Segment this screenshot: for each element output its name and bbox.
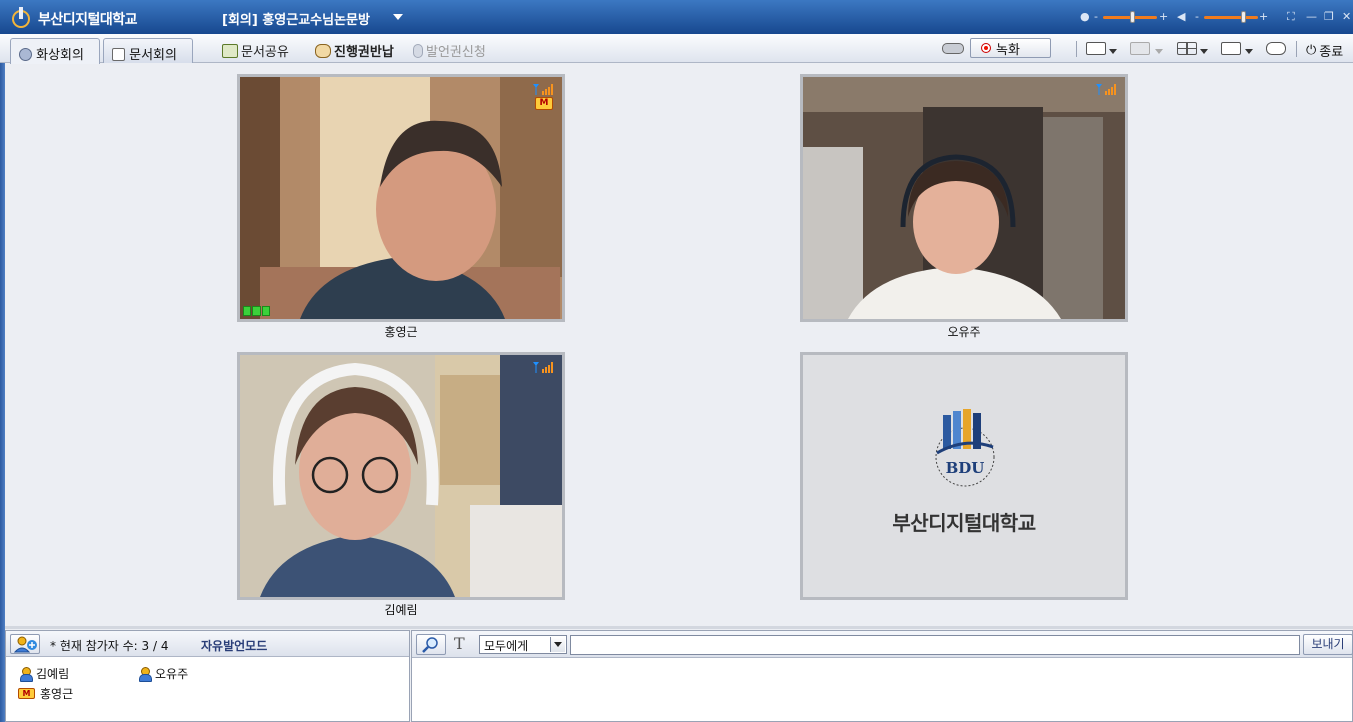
magnifier-icon <box>422 637 438 653</box>
participant-video-2 <box>803 77 1125 319</box>
camcorder-icon <box>942 43 964 54</box>
chat-toolbar: T 모두에게 보내기 <box>412 631 1353 658</box>
end-label: 종료 <box>1319 45 1344 60</box>
room-title[interactable]: [회의] 홍영근교수님논문방 <box>222 9 370 28</box>
hand-icon <box>315 43 331 58</box>
participant-name: 김예림 <box>36 667 70 681</box>
invite-participant-button[interactable] <box>10 634 40 654</box>
empty-video-slot[interactable]: BDU 부산디지털대학교 <box>800 352 1128 600</box>
video-area: M 홍영근 오유주 김예림 BDU 부산디지털대학교 <box>5 64 1353 626</box>
mic-plus-icon[interactable]: + <box>1159 10 1168 23</box>
chat-target-select[interactable]: 모두에게 <box>479 635 567 654</box>
participant-video-3 <box>240 355 562 597</box>
restore-icon[interactable]: ❐ <box>1324 10 1334 23</box>
speaker-volume-slider[interactable] <box>1204 16 1258 19</box>
video-name-label-1: 홍영근 <box>384 325 418 339</box>
user-icon <box>20 667 33 682</box>
toolbar-divider <box>1076 41 1077 57</box>
speaker-settings-icon[interactable] <box>1086 42 1106 55</box>
tab-video-label: 화상회의 <box>36 48 84 63</box>
chevron-down-icon[interactable] <box>550 637 565 652</box>
participants-header: * 현재 참가자 수: 3 / 4 자유발언모드 <box>6 631 409 657</box>
participant-item[interactable]: M 홍영근 <box>18 685 73 702</box>
app-title: 부산디지털대학교 <box>38 12 138 28</box>
title-bar: 부산디지털대학교 [회의] 홍영근교수님논문방 ● - + ◀ - + ⛶ — … <box>0 0 1353 34</box>
participant-name: 홍영근 <box>40 687 74 701</box>
speaker-minus-icon[interactable]: - <box>1195 10 1199 23</box>
record-button[interactable]: 녹화 <box>970 38 1051 58</box>
signal-strength-icon <box>533 84 553 95</box>
video-tile-1[interactable]: M <box>237 74 565 322</box>
disabled-layout-icon <box>1130 42 1150 55</box>
school-name: 부산디지털대학교 <box>892 511 1036 535</box>
minimize-icon[interactable]: — <box>1306 10 1317 23</box>
mic-volume-handle[interactable] <box>1130 11 1135 23</box>
speaker-plus-icon[interactable]: + <box>1259 10 1268 23</box>
room-dropdown-icon[interactable] <box>393 14 403 20</box>
chat-panel: T 모두에게 보내기 <box>411 630 1353 722</box>
send-button[interactable]: 보내기 <box>1303 634 1353 655</box>
toolbar-divider <box>1296 41 1297 57</box>
share-document-icon <box>222 43 238 58</box>
record-label: 녹화 <box>996 42 1020 58</box>
chat-messages[interactable] <box>412 658 1352 721</box>
share-document-label: 문서공유 <box>241 45 289 60</box>
chat-search-button[interactable] <box>416 634 446 655</box>
return-control-label: 진행권반납 <box>334 45 394 60</box>
chat-target-value: 모두에게 <box>484 639 529 653</box>
tab-video-conference[interactable]: 화상회의 <box>10 38 100 64</box>
speaking-mode: 자유발언모드 <box>201 639 268 653</box>
participants-panel: * 현재 참가자 수: 3 / 4 자유발언모드 김예림 오유주 M 홍영근 <box>5 630 410 722</box>
power-icon: ⏻ <box>1306 43 1317 58</box>
disabled-layout-caret-icon <box>1155 49 1163 54</box>
speaker-volume-handle[interactable] <box>1241 11 1246 23</box>
video-name-label-2: 오유주 <box>947 325 981 339</box>
app-logo-icon <box>12 7 30 28</box>
close-icon[interactable]: ✕ <box>1342 10 1351 23</box>
tab-document-conference[interactable]: 문서회의 <box>103 38 193 63</box>
microphone-icon <box>413 43 423 58</box>
chat-message-input[interactable] <box>570 635 1300 655</box>
participant-count: * 현재 참가자 수: 3 / 4 <box>50 639 169 653</box>
screen-size-caret-icon[interactable] <box>1245 49 1253 54</box>
screen-size-icon[interactable] <box>1221 42 1241 55</box>
user-icon <box>139 667 152 682</box>
grid-layout-icon[interactable] <box>1177 42 1197 55</box>
battery-level-icon <box>243 306 270 316</box>
request-speak-label: 발언권신청 <box>426 45 486 60</box>
bdu-emblem-icon: BDU <box>935 409 995 487</box>
participant-item[interactable]: 김예림 <box>20 665 69 682</box>
signal-strength-icon <box>533 362 553 373</box>
moderator-badge-icon: M <box>535 97 553 110</box>
speaker-icon: ◀ <box>1177 10 1186 23</box>
speaker-settings-caret-icon[interactable] <box>1109 49 1117 54</box>
fullscreen-icon[interactable]: ⛶ <box>1287 10 1295 24</box>
participant-video-1 <box>240 77 562 319</box>
moderator-icon: M <box>18 688 35 699</box>
tools-icon[interactable] <box>1266 42 1286 55</box>
return-control-button[interactable]: 진행권반납 <box>315 41 394 60</box>
video-tile-3[interactable] <box>237 352 565 600</box>
video-tile-2[interactable] <box>800 74 1128 322</box>
webcam-icon <box>19 48 32 61</box>
tab-document-label: 문서회의 <box>129 48 177 63</box>
grid-layout-caret-icon[interactable] <box>1200 49 1208 54</box>
font-settings-icon[interactable]: T <box>454 634 465 653</box>
request-speak-button[interactable]: 발언권신청 <box>413 41 486 60</box>
mic-icon: ● <box>1080 10 1090 23</box>
record-dot-icon <box>981 43 991 53</box>
participant-name: 오유주 <box>155 667 189 681</box>
panel-splitter[interactable] <box>5 626 1353 629</box>
share-document-button[interactable]: 문서공유 <box>222 41 289 60</box>
document-edit-icon <box>112 48 125 61</box>
mic-minus-icon[interactable]: - <box>1094 10 1098 23</box>
signal-strength-icon <box>1096 84 1116 95</box>
participant-item[interactable]: 오유주 <box>139 665 188 682</box>
main-toolbar: 화상회의 문서회의 문서공유 진행권반납 발언권신청 녹화 ⏻ 종료 <box>0 34 1353 64</box>
end-button[interactable]: ⏻ 종료 <box>1306 41 1343 60</box>
video-name-label-3: 김예림 <box>384 603 418 617</box>
bdu-emblem-text: BDU <box>946 459 985 477</box>
add-user-icon <box>13 636 37 653</box>
